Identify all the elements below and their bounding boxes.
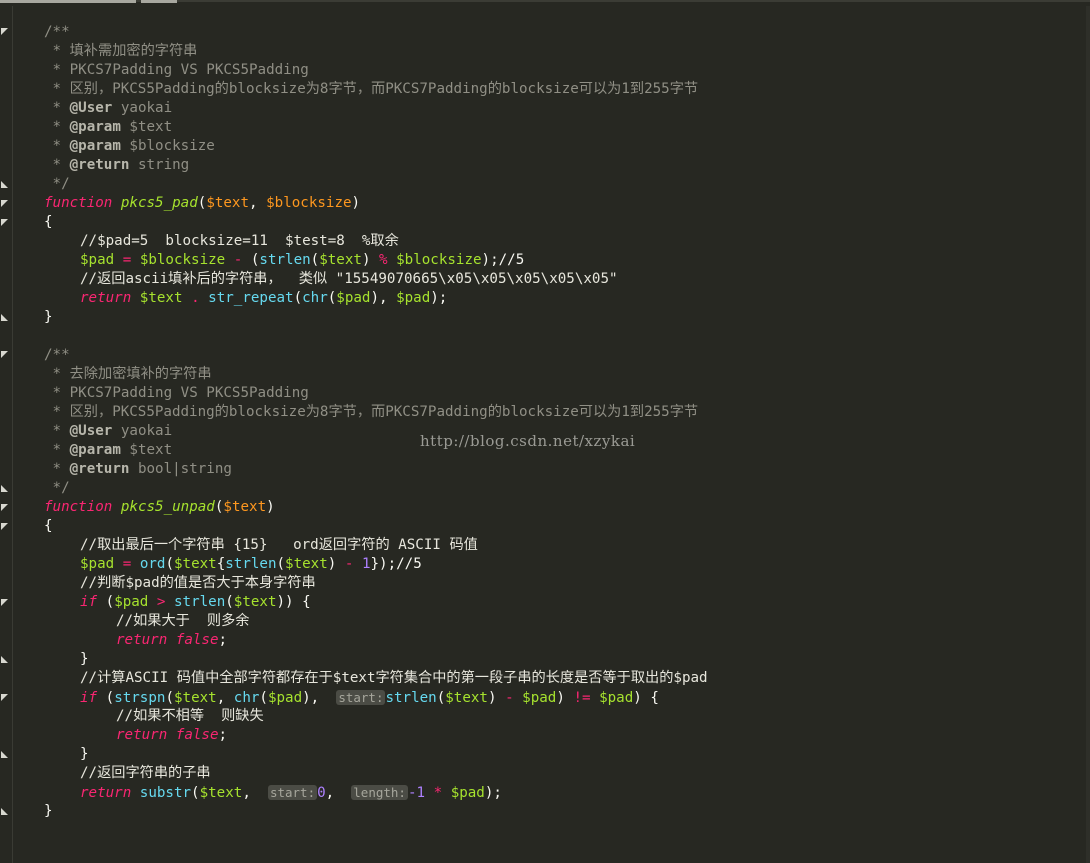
fold-marker-icon[interactable]	[1, 314, 8, 321]
line-comment: //$pad=5 blocksize=11 $test=8 %取余	[80, 233, 399, 249]
fold-marker-icon[interactable]	[1, 200, 8, 207]
fold-marker-icon[interactable]	[1, 808, 8, 815]
code-line: if (strspn($text, chr($pad), start: strle…	[80, 690, 659, 706]
code-line: * @param $text	[44, 119, 173, 135]
code-line: * @User yaokai	[44, 100, 173, 116]
tab-inactive[interactable]	[141, 0, 177, 3]
fold-marker-icon[interactable]	[1, 523, 8, 530]
doc-tag: @return	[69, 157, 130, 173]
code-line: {	[44, 214, 53, 230]
function-name: pkcs5_pad	[120, 195, 198, 211]
code-line: /**	[44, 347, 70, 363]
param-hint: length:	[351, 785, 408, 800]
minimap-edge	[1086, 6, 1090, 863]
code-line: $pad = $blocksize - (strlen($text) % $bl…	[80, 252, 525, 268]
line-comment: //返回ascii填补后的字符串， 类似	[80, 271, 336, 287]
tab-bar	[0, 0, 1090, 6]
code-line: //取出最后一个字符串 {15} ord返回字符的 ASCII 码值	[80, 537, 478, 553]
fold-marker-icon[interactable]	[1, 504, 8, 511]
code-line: //计算ASCII 码值中全部字符都存在于$text字符集合中的第一段子串的长度…	[80, 670, 708, 686]
code-line: * 区别，PKCS5Padding的blocksize为8字节，而PKCS7Pa…	[44, 80, 699, 99]
fold-marker-icon[interactable]	[1, 181, 8, 188]
code-line: if ($pad > strlen($text)) {	[80, 594, 311, 610]
fold-marker-icon[interactable]	[1, 694, 8, 701]
code-line: * PKCS7Padding VS PKCS5Padding	[44, 385, 309, 401]
code-line: * 区别，PKCS5Padding的blocksize为8字节，而PKCS7Pa…	[44, 404, 699, 420]
tab-active[interactable]	[0, 0, 136, 3]
param-hint: start:	[336, 690, 386, 705]
code-line: * @return bool|string	[44, 461, 232, 477]
code-line: */	[44, 480, 70, 496]
fold-marker-icon[interactable]	[1, 28, 8, 35]
doc-tag: @param	[69, 138, 121, 154]
code-line: //返回字符串的子串	[80, 765, 211, 781]
fold-marker-icon[interactable]	[1, 485, 8, 492]
code-line: {	[44, 518, 53, 534]
watermark: http://blog.csdn.net/xzykai	[420, 432, 636, 450]
code-line: }	[80, 746, 89, 762]
doc-comment: * PKCS7Padding VS PKCS5Padding	[44, 62, 309, 78]
keyword-function: function	[44, 195, 113, 211]
code-line: * 去除加密填补的字符串	[44, 366, 212, 382]
code-line: return false;	[116, 632, 228, 648]
code-line: return false;	[116, 727, 228, 743]
code-line: //返回ascii填补后的字符串， 类似 "15549070665\x05\x0…	[80, 271, 618, 287]
code-line: //如果大于 则多余	[116, 613, 250, 629]
fold-marker-icon[interactable]	[1, 656, 8, 663]
function-signature: function pkcs5_unpad($text)	[44, 499, 275, 515]
code-line: }	[44, 309, 53, 325]
code-line: //判断$pad的值是否大于本身字符串	[80, 575, 316, 591]
code-line: }	[44, 803, 53, 819]
doc-comment: * 区别，PKCS5Padding的blocksize为8字节，而PKCS7Pa…	[44, 81, 699, 97]
code-line: return $text . str_repeat(chr($pad), $pa…	[80, 290, 448, 306]
code-line: //$pad=5 blocksize=11 $test=8 %取余	[80, 232, 399, 251]
param-hint: start:	[267, 785, 318, 800]
editor-gutter	[0, 6, 13, 863]
fold-marker-icon[interactable]	[1, 751, 8, 758]
code-line: * @return string	[44, 157, 190, 173]
code-line: return substr($text, start: 0, length: -1 …	[80, 785, 502, 801]
code-line: */	[44, 176, 70, 192]
code-line: $pad = ord($text{strlen($text) - 1});//5	[80, 556, 422, 572]
doc-tag: @User	[69, 100, 113, 116]
code-line: /**	[44, 23, 70, 42]
code-line: //如果不相等 则缺失	[116, 708, 264, 724]
function-name: pkcs5_unpad	[120, 499, 215, 515]
doc-tag: @param	[69, 119, 121, 135]
code-line: }	[80, 651, 89, 667]
code-line: * PKCS7Padding VS PKCS5Padding	[44, 61, 309, 80]
fold-marker-icon[interactable]	[1, 351, 8, 358]
doc-comment: * 填补需加密的字符串	[44, 43, 198, 59]
fold-marker-icon[interactable]	[1, 599, 8, 606]
code-line: * @param $text	[44, 442, 173, 458]
fold-marker-icon[interactable]	[1, 219, 8, 226]
doc-comment: /**	[44, 24, 70, 40]
code-line: * @User yaokai	[44, 423, 173, 439]
function-signature: function pkcs5_pad($text, $blocksize)	[44, 195, 361, 211]
code-line: * 填补需加密的字符串	[44, 42, 198, 61]
code-line: * @param $blocksize	[44, 138, 215, 154]
